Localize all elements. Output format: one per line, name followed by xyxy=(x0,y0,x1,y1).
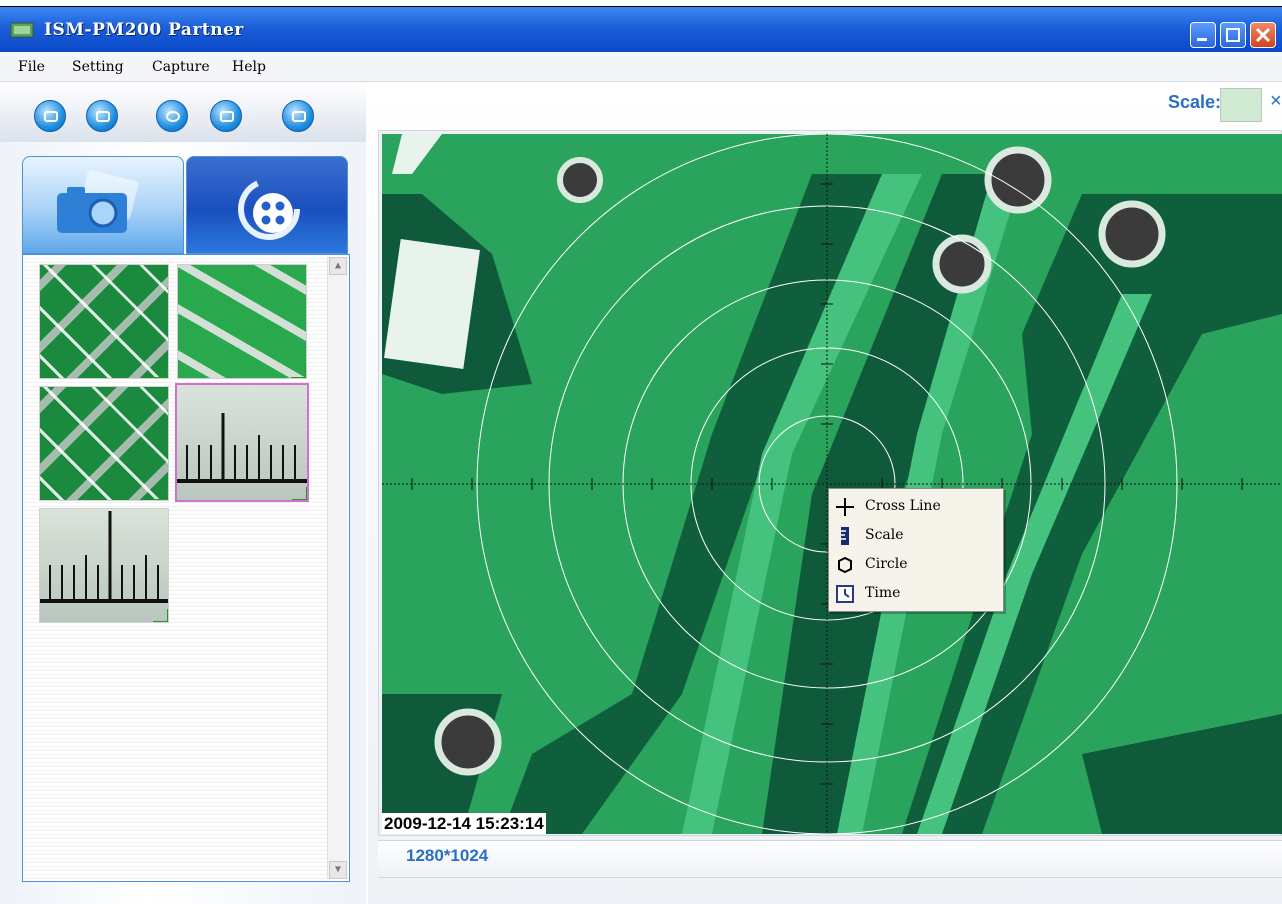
scroll-down-button[interactable]: ▼ xyxy=(329,861,347,879)
toolbar xyxy=(0,82,366,142)
menu-item-cross-line[interactable]: Cross Line xyxy=(833,493,1001,519)
ruler-image xyxy=(40,511,168,603)
record-button[interactable] xyxy=(86,100,118,132)
thumbnail[interactable] xyxy=(39,264,169,379)
thumbnail-scrollbar[interactable]: ▲ ▼ xyxy=(327,257,347,879)
menu-item-scale[interactable]: Scale xyxy=(833,522,1001,548)
menu-file[interactable]: File xyxy=(18,59,45,75)
record-icon xyxy=(96,111,110,122)
scale-color-swatch[interactable] xyxy=(1220,88,1262,122)
scale-close-button[interactable]: × xyxy=(1270,90,1282,113)
close-button[interactable] xyxy=(1250,22,1276,48)
maximize-button[interactable] xyxy=(1220,22,1246,48)
menu-bar: File Setting Capture Help xyxy=(0,52,1282,82)
ruler-icon xyxy=(841,527,849,545)
menu-item-circle[interactable]: Circle xyxy=(833,551,1001,577)
window-title: ISM-PM200 Partner xyxy=(44,20,244,40)
overlay-context-menu: Cross Line Scale Circle Time xyxy=(828,488,1004,612)
status-bar xyxy=(378,840,1282,878)
menu-item-label: Circle xyxy=(865,556,908,572)
thumbnail-list: ▲ ▼ xyxy=(22,254,350,882)
thumbnail[interactable] xyxy=(39,508,169,623)
film-reel-icon xyxy=(238,178,300,240)
mail-button[interactable] xyxy=(210,100,242,132)
measure-icon xyxy=(166,111,180,122)
scale-label: Scale: xyxy=(1168,92,1222,112)
scroll-up-button[interactable]: ▲ xyxy=(329,257,347,275)
tab-video[interactable] xyxy=(186,156,348,254)
crosshair-icon xyxy=(836,498,854,516)
save-button[interactable] xyxy=(282,100,314,132)
thumbnail[interactable] xyxy=(39,386,169,501)
thumbnail-selected[interactable] xyxy=(175,383,309,502)
snapshot-icon xyxy=(44,111,58,122)
snapshot-button[interactable] xyxy=(34,100,66,132)
thumbnail[interactable] xyxy=(177,264,307,379)
circle-icon xyxy=(838,556,852,574)
media-tabs xyxy=(22,156,350,256)
menu-item-label: Time xyxy=(865,585,901,601)
close-icon xyxy=(1255,27,1271,43)
measure-button[interactable] xyxy=(156,100,188,132)
pcb-image xyxy=(382,134,1282,834)
left-panel: ▲ ▼ xyxy=(0,82,366,904)
ruler-image xyxy=(177,413,307,483)
menu-setting[interactable]: Setting xyxy=(72,59,124,75)
menu-help[interactable]: Help xyxy=(232,59,266,75)
menu-item-label: Scale xyxy=(865,527,904,543)
save-icon xyxy=(292,111,306,122)
camera-icon xyxy=(57,170,139,233)
minimize-button[interactable] xyxy=(1190,22,1216,48)
resolution-label: 1280*1024 xyxy=(406,846,489,865)
timestamp-overlay: 2009-12-14 15:23:14 xyxy=(382,813,546,834)
app-icon xyxy=(10,22,34,38)
maximize-icon xyxy=(1226,28,1240,42)
title-bar: ISM-PM200 Partner xyxy=(0,6,1282,52)
menu-capture[interactable]: Capture xyxy=(152,59,210,75)
tab-photo[interactable] xyxy=(22,156,184,254)
clock-icon xyxy=(836,585,854,603)
mail-icon xyxy=(220,111,234,122)
microscope-view[interactable]: 2009-12-14 15:23:14 xyxy=(382,134,1282,834)
menu-item-time[interactable]: Time xyxy=(833,580,1001,606)
menu-item-label: Cross Line xyxy=(865,498,941,514)
minimize-icon xyxy=(1197,38,1207,41)
